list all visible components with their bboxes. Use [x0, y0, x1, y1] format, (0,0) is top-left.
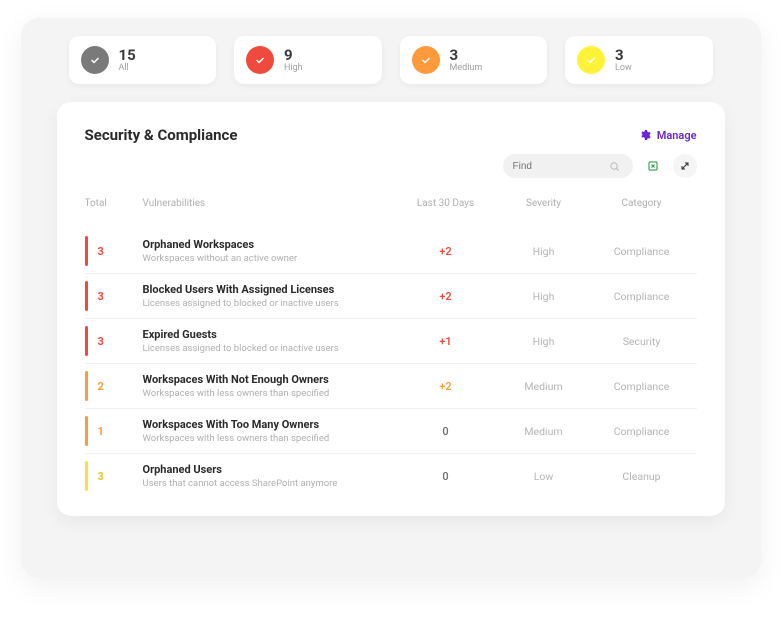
- toolbar: [85, 154, 697, 178]
- summary-card-low[interactable]: 3 Low: [565, 36, 713, 84]
- main-panel: Security & Compliance Manage: [57, 102, 725, 516]
- row-total-value: 3: [98, 461, 104, 491]
- col-last30: Last 30 Days: [401, 198, 491, 209]
- row-title: Orphaned Users: [143, 463, 393, 476]
- row-title: Blocked Users With Assigned Licenses: [143, 283, 393, 296]
- check-icon: [577, 46, 605, 74]
- table-body: 3 Orphaned Workspaces Workspaces without a…: [85, 229, 697, 498]
- table-row[interactable]: 1Workspaces With Too Many OwnersWorkspac…: [85, 409, 697, 454]
- row-category: Cleanup: [597, 470, 687, 483]
- gear-icon: [639, 129, 651, 141]
- col-category: Category: [597, 198, 687, 209]
- severity-bar: [85, 461, 88, 491]
- row-category: Compliance: [597, 380, 687, 393]
- severity-bar: [85, 281, 88, 311]
- row-last30: +2: [401, 245, 491, 258]
- row-last30: +2: [401, 380, 491, 393]
- row-vulnerability: Orphaned Users Users that cannot access S…: [143, 463, 393, 489]
- search-icon: [609, 161, 620, 172]
- row-total-value: 3: [98, 281, 104, 311]
- col-total: Total: [85, 198, 135, 209]
- row-total: 3: [85, 461, 135, 491]
- row-title: Expired Guests: [143, 328, 393, 341]
- summary-medium-count: 3: [450, 47, 483, 64]
- summary-high-count: 9: [284, 47, 303, 64]
- summary-row: 15 All 9 High 3 Medium: [57, 36, 725, 84]
- row-desc: Workspaces with less owners than specifi…: [143, 388, 393, 399]
- row-last30: 0: [401, 470, 491, 483]
- panel-header: Security & Compliance Manage: [85, 126, 697, 144]
- table-header: Total Vulnerabilities Last 30 Days Sever…: [85, 198, 697, 209]
- severity-bar: [85, 371, 88, 401]
- row-total: 3: [85, 236, 135, 266]
- summary-medium-label: Medium: [450, 63, 483, 73]
- table-row[interactable]: 2Workspaces With Not Enough OwnersWorksp…: [85, 364, 697, 409]
- severity-bar: [85, 236, 88, 266]
- summary-all-count: 15: [119, 47, 136, 64]
- row-category: Compliance: [597, 425, 687, 438]
- row-title: Workspaces With Not Enough Owners: [143, 373, 393, 386]
- row-category: Compliance: [597, 245, 687, 258]
- summary-high-label: High: [284, 63, 303, 73]
- search-input[interactable]: [513, 161, 603, 172]
- row-vulnerability: Workspaces With Too Many Owners Workspace…: [143, 418, 393, 444]
- row-total: 3: [85, 281, 135, 311]
- row-severity: Medium: [499, 380, 589, 393]
- row-severity: High: [499, 245, 589, 258]
- panel-title: Security & Compliance: [85, 126, 238, 144]
- row-last30: +1: [401, 335, 491, 348]
- row-total-value: 1: [98, 416, 104, 446]
- row-desc: Licenses assigned to blocked or inactive…: [143, 298, 393, 309]
- search-box[interactable]: [503, 154, 633, 178]
- expand-icon: [679, 160, 691, 172]
- col-severity: Severity: [499, 198, 589, 209]
- severity-bar: [85, 416, 88, 446]
- row-vulnerability: Expired Guests Licenses assigned to block…: [143, 328, 393, 354]
- row-vulnerability: Orphaned Workspaces Workspaces without an…: [143, 238, 393, 264]
- row-last30: +2: [401, 290, 491, 303]
- row-total: 1: [85, 416, 135, 446]
- row-severity: High: [499, 290, 589, 303]
- row-total-value: 3: [98, 326, 104, 356]
- row-total-value: 2: [98, 371, 104, 401]
- check-icon: [246, 46, 274, 74]
- excel-icon: [647, 160, 659, 172]
- row-category: Security: [597, 335, 687, 348]
- summary-card-all[interactable]: 15 All: [69, 36, 217, 84]
- table-row[interactable]: 3 Blocked Users With Assigned Licenses Lic…: [85, 274, 697, 319]
- col-vulnerabilities: Vulnerabilities: [143, 198, 393, 209]
- table-row[interactable]: 3 Expired Guests Licenses assigned to bloc…: [85, 319, 697, 364]
- summary-low-label: Low: [615, 63, 632, 73]
- severity-bar: [85, 326, 88, 356]
- row-last30: 0: [401, 425, 491, 438]
- table-row[interactable]: 3 Orphaned Users Users that cannot access …: [85, 454, 697, 498]
- check-icon: [412, 46, 440, 74]
- app-frame: 15 All 9 High 3 Medium: [21, 18, 761, 578]
- check-icon: [81, 46, 109, 74]
- row-desc: Workspaces with less owners than specifi…: [143, 433, 393, 444]
- manage-button[interactable]: Manage: [639, 129, 697, 142]
- row-severity: High: [499, 335, 589, 348]
- row-total: 3: [85, 326, 135, 356]
- summary-card-medium[interactable]: 3 Medium: [400, 36, 548, 84]
- row-total-value: 3: [98, 236, 104, 266]
- summary-all-label: All: [119, 63, 136, 73]
- row-severity: Low: [499, 470, 589, 483]
- row-title: Workspaces With Too Many Owners: [143, 418, 393, 431]
- row-desc: Users that cannot access SharePoint anym…: [143, 478, 393, 489]
- row-vulnerability: Workspaces With Not Enough Owners Workspa…: [143, 373, 393, 399]
- row-desc: Workspaces without an active owner: [143, 253, 393, 264]
- table-row[interactable]: 3 Orphaned Workspaces Workspaces without a…: [85, 229, 697, 274]
- row-vulnerability: Blocked Users With Assigned Licenses Lice…: [143, 283, 393, 309]
- manage-label: Manage: [657, 129, 697, 142]
- row-category: Compliance: [597, 290, 687, 303]
- row-total: 2: [85, 371, 135, 401]
- row-title: Orphaned Workspaces: [143, 238, 393, 251]
- export-excel-button[interactable]: [641, 154, 665, 178]
- row-desc: Licenses assigned to blocked or inactive…: [143, 343, 393, 354]
- summary-card-high[interactable]: 9 High: [234, 36, 382, 84]
- fullscreen-button[interactable]: [673, 154, 697, 178]
- row-severity: Medium: [499, 425, 589, 438]
- summary-low-count: 3: [615, 47, 632, 64]
